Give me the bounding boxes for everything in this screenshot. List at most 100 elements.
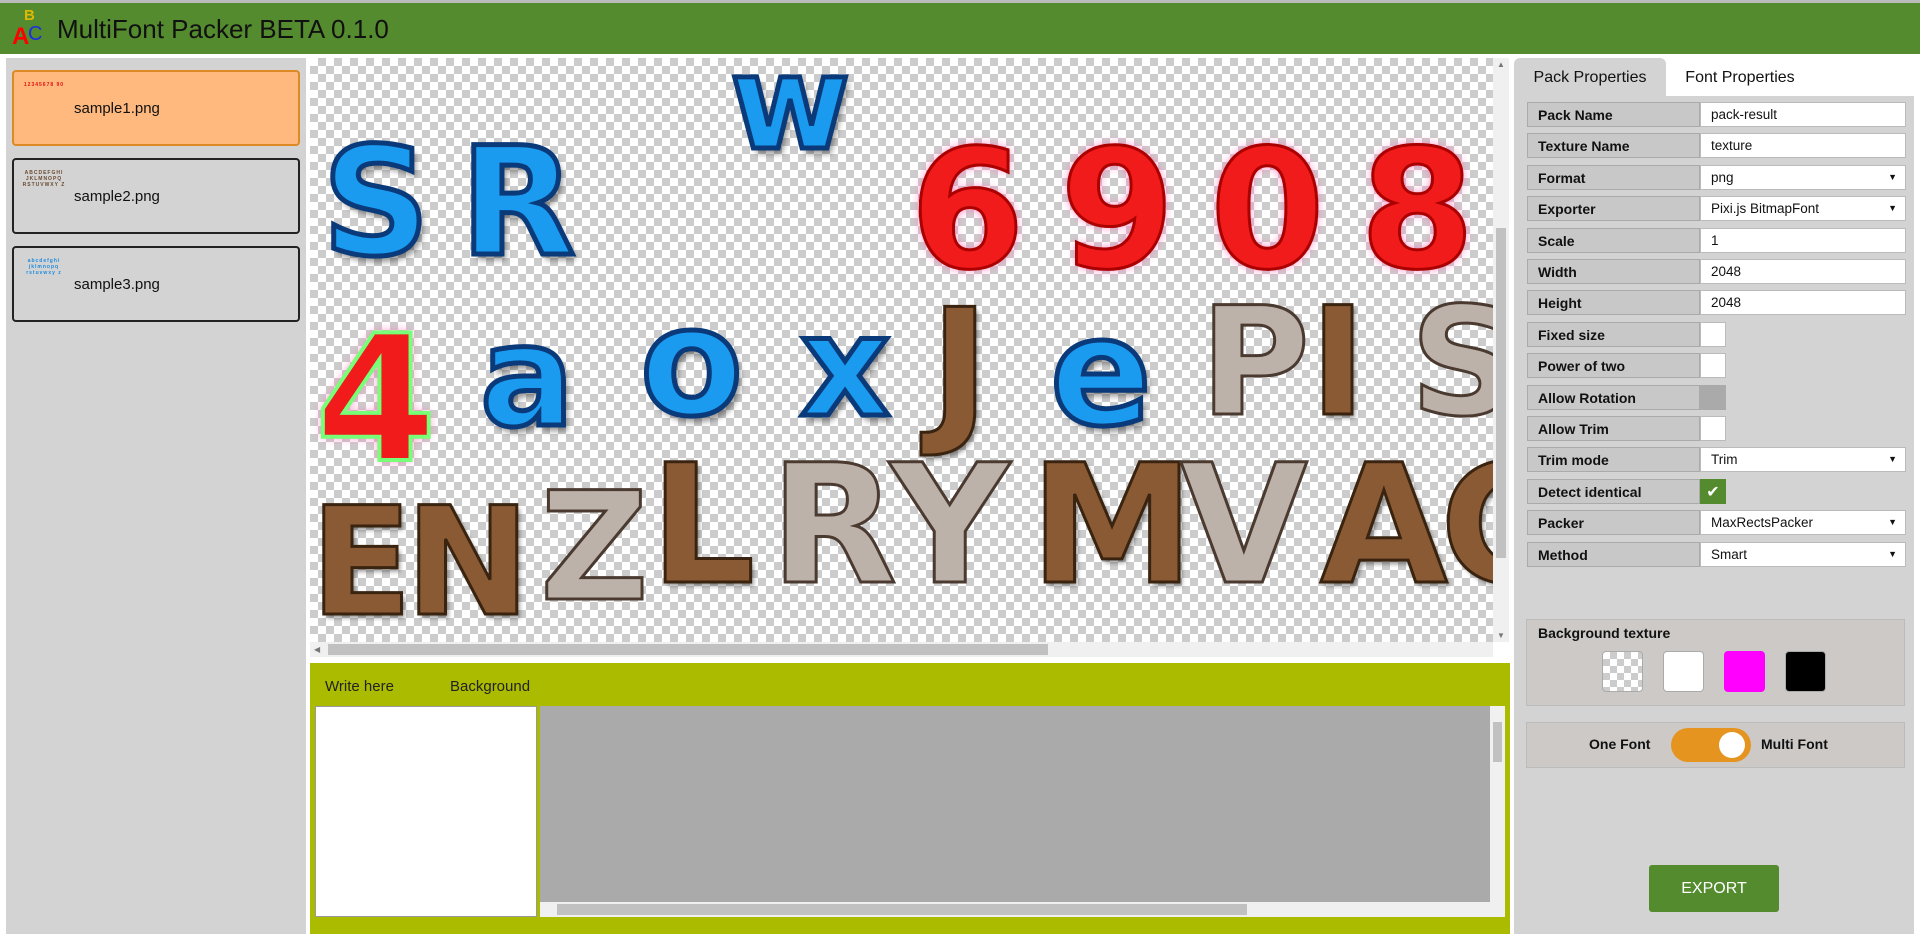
prop-row: Pack Name pack-result bbox=[1527, 102, 1906, 127]
file-item[interactable]: 12345678 90 sample1.png bbox=[12, 70, 300, 146]
glyph: R bbox=[768, 429, 898, 621]
prop-row: Detect identical ✔ bbox=[1527, 478, 1906, 504]
prop-label: Exporter bbox=[1527, 196, 1700, 222]
file-name: sample1.png bbox=[74, 100, 160, 117]
file-thumbnail: 12345678 90 bbox=[23, 82, 65, 88]
prop-row: Scale 1 bbox=[1527, 227, 1906, 253]
prop-row: Height 2048 bbox=[1527, 290, 1906, 316]
prop-row: Texture Name texture bbox=[1527, 133, 1906, 159]
texture-name-input[interactable]: texture bbox=[1700, 133, 1906, 159]
glyph: 6 bbox=[909, 114, 1027, 306]
power-of-two-checkbox[interactable] bbox=[1700, 353, 1726, 379]
prop-label: Packer bbox=[1527, 510, 1700, 536]
glyph: C bbox=[1438, 441, 1493, 609]
file-name: sample2.png bbox=[74, 188, 160, 205]
glyph: S bbox=[319, 116, 432, 290]
text-preview-panel: Write here Background bbox=[310, 663, 1510, 934]
glyph: e bbox=[1048, 286, 1155, 460]
file-thumbnail: abcdefghi jklmnopq rstuvwxy z bbox=[26, 258, 62, 276]
export-button[interactable]: EXPORT bbox=[1649, 865, 1779, 912]
prop-row: Exporter Pixi.js BitmapFont bbox=[1527, 196, 1906, 222]
trim-mode-select[interactable]: Trim bbox=[1700, 447, 1906, 473]
tab-font-properties[interactable]: Font Properties bbox=[1666, 58, 1814, 96]
prop-row: Width 2048 bbox=[1527, 259, 1906, 284]
glyph: E bbox=[310, 476, 414, 642]
atlas-preview[interactable]: S R w 6 9 0 8 4 a o x J e P I S E N Z L … bbox=[310, 58, 1493, 642]
glyph: 8 bbox=[1359, 114, 1477, 306]
prop-label: Scale bbox=[1527, 227, 1700, 253]
file-item[interactable]: ABCDEFGHI JKLMNOPQ RSTUVWXY Z sample2.pn… bbox=[12, 158, 300, 234]
prop-label: Detect identical bbox=[1527, 478, 1700, 504]
properties-panel: Pack Properties Font Properties Pack Nam… bbox=[1514, 58, 1914, 934]
background-texture-label: Background texture bbox=[1538, 625, 1671, 641]
app-header: A B C MultiFont Packer BETA 0.1.0 bbox=[0, 0, 1920, 54]
width-input[interactable]: 2048 bbox=[1700, 259, 1906, 284]
prop-label: Method bbox=[1527, 541, 1700, 567]
glyph: N bbox=[404, 476, 533, 642]
prop-row: Method Smart bbox=[1527, 541, 1906, 567]
font-mode-toggle[interactable] bbox=[1671, 728, 1751, 762]
font-mode-group: One Font Multi Font bbox=[1526, 722, 1905, 768]
glyph: S bbox=[1408, 276, 1493, 450]
render-horizontal-scrollbar[interactable] bbox=[540, 902, 1505, 917]
background-label: Background bbox=[450, 678, 531, 695]
glyph: Y bbox=[888, 429, 1010, 621]
scale-input[interactable]: 1 bbox=[1700, 227, 1906, 253]
format-select[interactable]: png bbox=[1700, 164, 1906, 190]
preview-horizontal-scrollbar[interactable]: ◀ bbox=[310, 642, 1493, 657]
fixed-size-checkbox[interactable] bbox=[1700, 321, 1726, 347]
prop-label: Pack Name bbox=[1527, 102, 1700, 127]
glyph: R bbox=[458, 116, 578, 290]
prop-label: Fixed size bbox=[1527, 321, 1700, 347]
multi-font-label: Multi Font bbox=[1761, 736, 1828, 752]
exporter-select[interactable]: Pixi.js BitmapFont bbox=[1700, 196, 1906, 222]
height-input[interactable]: 2048 bbox=[1700, 290, 1906, 316]
file-name: sample3.png bbox=[74, 276, 160, 293]
pack-name-input[interactable]: pack-result bbox=[1700, 102, 1906, 127]
prop-row: Power of two bbox=[1527, 353, 1906, 379]
one-font-label: One Font bbox=[1589, 736, 1651, 752]
file-item[interactable]: abcdefghi jklmnopq rstuvwxy z sample3.pn… bbox=[12, 246, 300, 322]
prop-row: Allow Rotation bbox=[1527, 384, 1906, 410]
app-logo: A B C bbox=[12, 7, 43, 50]
bg-swatch-transparent[interactable] bbox=[1602, 651, 1643, 692]
prop-row: Trim mode Trim bbox=[1527, 447, 1906, 473]
packer-select[interactable]: MaxRectsPacker bbox=[1700, 510, 1906, 536]
app-title: MultiFont Packer BETA 0.1.0 bbox=[57, 14, 389, 44]
bg-swatch-white[interactable] bbox=[1663, 651, 1704, 692]
method-select[interactable]: Smart bbox=[1700, 541, 1906, 567]
glyph: J bbox=[929, 274, 992, 461]
write-here-label: Write here bbox=[325, 678, 394, 695]
preview-vertical-scrollbar[interactable]: ▲ ▼ bbox=[1493, 58, 1509, 642]
glyph: 4 bbox=[313, 299, 439, 502]
allow-rotation-checkbox[interactable] bbox=[1700, 384, 1726, 410]
glyph: P bbox=[1199, 276, 1312, 450]
prop-label: Trim mode bbox=[1527, 447, 1700, 473]
prop-label: Width bbox=[1527, 259, 1700, 284]
glyph: x bbox=[797, 286, 892, 449]
glyph: 0 bbox=[1209, 114, 1327, 306]
glyph: a bbox=[477, 296, 577, 459]
prop-label: Allow Rotation bbox=[1527, 384, 1700, 410]
glyph: Z bbox=[539, 461, 651, 635]
file-thumbnail: ABCDEFGHI JKLMNOPQ RSTUVWXY Z bbox=[22, 170, 66, 188]
write-here-input[interactable] bbox=[315, 706, 537, 917]
glyph: L bbox=[648, 429, 756, 621]
glyph: M bbox=[1028, 429, 1195, 621]
allow-trim-checkbox[interactable] bbox=[1700, 416, 1726, 441]
bg-swatch-black[interactable] bbox=[1785, 651, 1826, 692]
glyph: V bbox=[1179, 429, 1310, 621]
detect-identical-checkbox[interactable]: ✔ bbox=[1700, 478, 1726, 504]
text-render-area bbox=[540, 706, 1505, 917]
glyph: I bbox=[1309, 276, 1368, 450]
render-vertical-scrollbar[interactable] bbox=[1490, 706, 1505, 902]
background-texture-group: Background texture bbox=[1526, 619, 1905, 706]
bg-swatch-magenta[interactable] bbox=[1724, 651, 1765, 692]
prop-row: Fixed size bbox=[1527, 321, 1906, 347]
tab-pack-properties[interactable]: Pack Properties bbox=[1514, 58, 1666, 96]
prop-row: Allow Trim bbox=[1527, 416, 1906, 441]
glyph: w bbox=[727, 58, 852, 179]
glyph: A bbox=[1319, 429, 1450, 621]
file-list: 12345678 90 sample1.png ABCDEFGHI JKLMNO… bbox=[6, 58, 306, 934]
prop-label: Texture Name bbox=[1527, 133, 1700, 159]
